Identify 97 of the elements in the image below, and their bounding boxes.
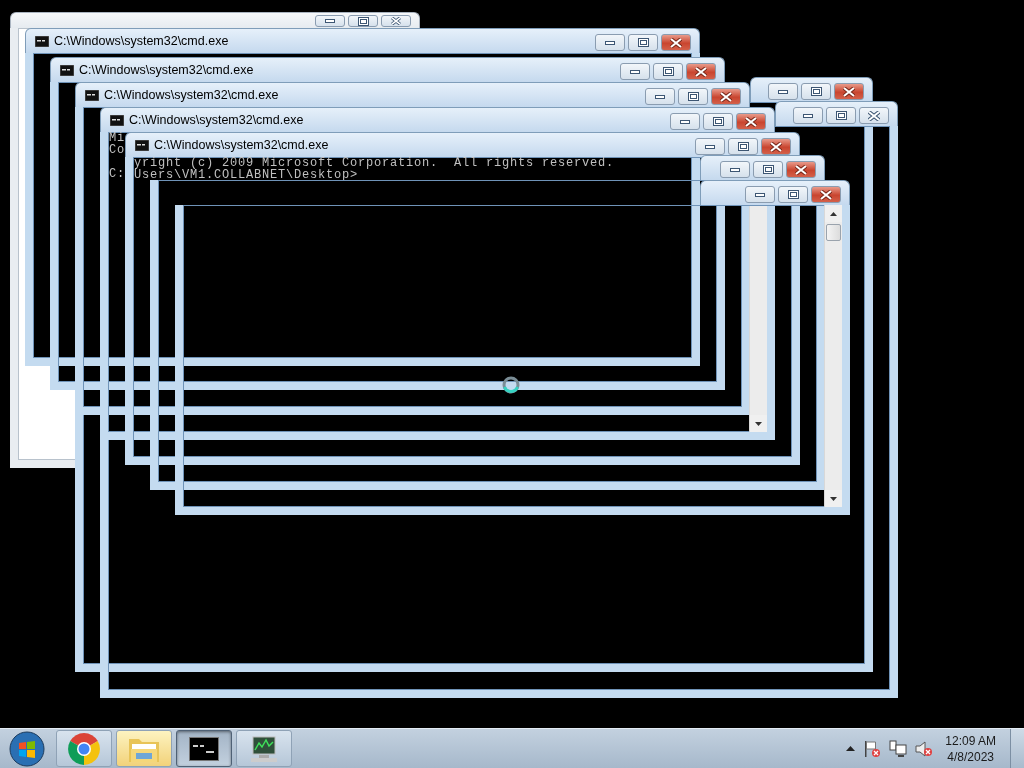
maximize-button[interactable] — [728, 138, 758, 155]
maximize-icon — [662, 67, 674, 76]
close-icon — [695, 66, 707, 77]
minimize-icon — [803, 113, 813, 118]
close-icon — [868, 110, 880, 121]
close-button[interactable] — [859, 107, 889, 124]
maximize-icon — [762, 165, 774, 174]
monitor-icon — [249, 734, 279, 763]
console-line: Users\VM1.COLLABNET\Desktop> — [134, 169, 359, 181]
scroll-thumb[interactable] — [826, 224, 841, 241]
close-icon — [745, 116, 757, 127]
maximize-icon — [810, 87, 822, 96]
network-icon[interactable] — [889, 739, 908, 758]
window-title: C:\Windows\system32\cmd.exe — [104, 88, 279, 103]
scrollbar[interactable] — [824, 205, 842, 507]
down-arrow-icon — [830, 496, 837, 501]
minimize-button[interactable] — [745, 186, 775, 203]
close-button[interactable] — [786, 161, 816, 178]
clock-time: 12:09 AM — [945, 732, 996, 749]
close-button[interactable] — [711, 88, 741, 105]
maximize-button[interactable] — [826, 107, 856, 124]
muted-speaker-icon[interactable] — [915, 739, 934, 758]
minimize-icon — [755, 192, 765, 197]
close-icon — [720, 91, 732, 102]
close-button[interactable] — [736, 113, 766, 130]
minimize-button[interactable] — [720, 161, 750, 178]
maximize-button[interactable] — [801, 83, 831, 100]
window-title: C:\Windows\system32\cmd.exe — [154, 138, 329, 153]
maximize-button[interactable] — [703, 113, 733, 130]
clock-date: 4/8/2023 — [947, 748, 994, 765]
taskbar-button[interactable] — [176, 730, 232, 767]
clock[interactable]: 12:09 AM 4/8/2023 — [941, 732, 1000, 765]
minimize-icon — [655, 94, 665, 99]
close-button[interactable] — [381, 15, 411, 27]
maximize-icon — [737, 142, 749, 151]
taskbar-button[interactable] — [236, 730, 292, 767]
maximize-button[interactable] — [678, 88, 708, 105]
cmd-icon — [60, 65, 74, 76]
console-line: C: — [109, 168, 125, 180]
console-line: Mi — [109, 132, 125, 144]
console-icon — [189, 736, 219, 761]
minimize-button[interactable] — [768, 83, 798, 100]
close-icon — [770, 141, 782, 152]
cmd-icon — [135, 140, 149, 151]
minimize-icon — [778, 89, 788, 94]
maximize-icon — [637, 38, 649, 47]
close-button[interactable] — [811, 186, 841, 203]
console-line: yright (c) 2009 Microsoft Corporation. All rights reserved. — [134, 157, 615, 169]
busy-cursor-icon — [502, 376, 520, 394]
maximize-button[interactable] — [653, 63, 683, 80]
minimize-icon — [680, 119, 690, 124]
maximize-button[interactable] — [628, 34, 658, 51]
minimize-button[interactable] — [315, 15, 345, 27]
scroll-down-button[interactable] — [825, 490, 842, 507]
close-button[interactable] — [686, 63, 716, 80]
maximize-button[interactable] — [778, 186, 808, 203]
window-title: C:\Windows\system32\cmd.exe — [54, 34, 229, 49]
console-line: Co — [109, 144, 125, 156]
flag-icon[interactable] — [863, 739, 882, 758]
close-button[interactable] — [761, 138, 791, 155]
window-title: C:\Windows\system32\cmd.exe — [79, 63, 254, 78]
scroll-down-button[interactable] — [750, 415, 767, 432]
close-icon — [670, 37, 682, 48]
maximize-icon — [787, 190, 799, 199]
minimize-button[interactable] — [645, 88, 675, 105]
minimize-button[interactable] — [695, 138, 725, 155]
cmd-icon — [85, 90, 99, 101]
maximize-icon — [687, 92, 699, 101]
maximize-icon — [835, 111, 847, 120]
down-arrow-icon — [755, 421, 762, 426]
minimize-icon — [630, 69, 640, 74]
close-icon — [390, 17, 402, 25]
maximize-button[interactable] — [348, 15, 378, 27]
minimize-icon — [705, 144, 715, 149]
minimize-button[interactable] — [620, 63, 650, 80]
minimize-button[interactable] — [595, 34, 625, 51]
close-button[interactable] — [834, 83, 864, 100]
scrollbar[interactable] — [749, 205, 767, 432]
cmd-icon — [110, 115, 124, 126]
minimize-button[interactable] — [793, 107, 823, 124]
up-arrow-icon — [830, 211, 837, 216]
minimize-button[interactable] — [670, 113, 700, 130]
close-icon — [795, 164, 807, 175]
close-button[interactable] — [661, 34, 691, 51]
window-title: C:\Windows\system32\cmd.exe — [129, 113, 304, 128]
scroll-up-button[interactable] — [825, 205, 842, 222]
close-icon — [820, 189, 832, 200]
close-icon — [843, 86, 855, 97]
maximize-icon — [712, 117, 724, 126]
browser-icon — [68, 732, 100, 765]
minimize-icon — [605, 40, 615, 45]
maximize-icon — [357, 16, 369, 26]
show-hidden-icons-button[interactable] — [846, 746, 856, 751]
minimize-icon — [730, 167, 740, 172]
maximize-button[interactable] — [753, 161, 783, 178]
cmd-icon — [35, 36, 49, 47]
minimize-icon — [325, 19, 335, 23]
